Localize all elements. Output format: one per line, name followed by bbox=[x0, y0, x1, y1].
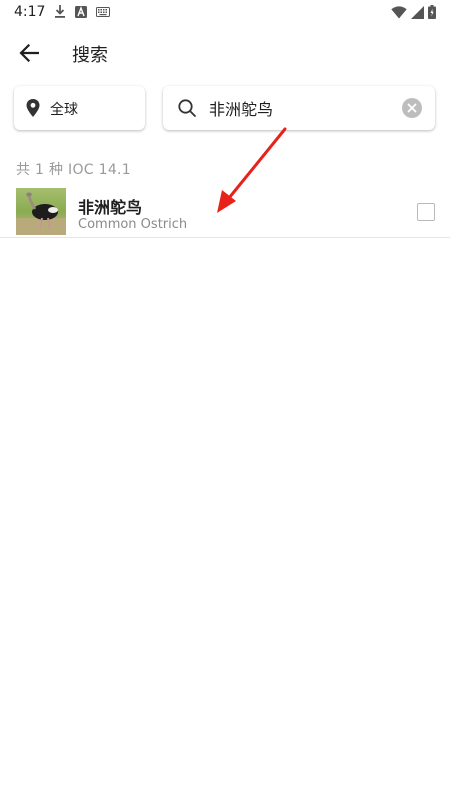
region-selector[interactable]: 全球 bbox=[14, 86, 145, 130]
wifi-icon bbox=[391, 5, 407, 18]
status-left-icons bbox=[54, 5, 110, 18]
search-icon bbox=[178, 99, 196, 117]
app-bar: 搜索 bbox=[0, 30, 450, 76]
species-thumbnail bbox=[16, 188, 66, 235]
status-time: 4:17 bbox=[14, 4, 46, 20]
search-input[interactable] bbox=[209, 94, 389, 122]
close-icon bbox=[407, 103, 417, 113]
result-summary: 共 1 种 IOC 14.1 bbox=[16, 162, 132, 178]
select-checkbox[interactable] bbox=[417, 203, 435, 221]
a-notification-icon bbox=[75, 5, 87, 18]
page-title: 搜索 bbox=[72, 45, 108, 66]
ostrich-photo bbox=[16, 188, 66, 235]
search-box bbox=[163, 86, 435, 130]
keyboard-icon bbox=[96, 6, 110, 17]
clear-search-button[interactable] bbox=[402, 98, 422, 118]
region-label: 全球 bbox=[50, 102, 78, 118]
location-pin-icon bbox=[26, 99, 40, 117]
status-right-icons bbox=[391, 5, 436, 19]
arrow-left-icon bbox=[19, 44, 39, 62]
species-name-cn: 非洲鸵鸟 bbox=[78, 198, 143, 217]
species-name-en: Common Ostrich bbox=[78, 217, 188, 232]
back-button[interactable] bbox=[14, 38, 44, 68]
download-icon bbox=[55, 5, 65, 18]
status-bar: 4:17 bbox=[0, 0, 450, 26]
battery-icon bbox=[428, 5, 436, 19]
cell-signal-icon bbox=[411, 5, 424, 19]
result-row[interactable]: 非洲鸵鸟 Common Ostrich bbox=[0, 184, 450, 238]
